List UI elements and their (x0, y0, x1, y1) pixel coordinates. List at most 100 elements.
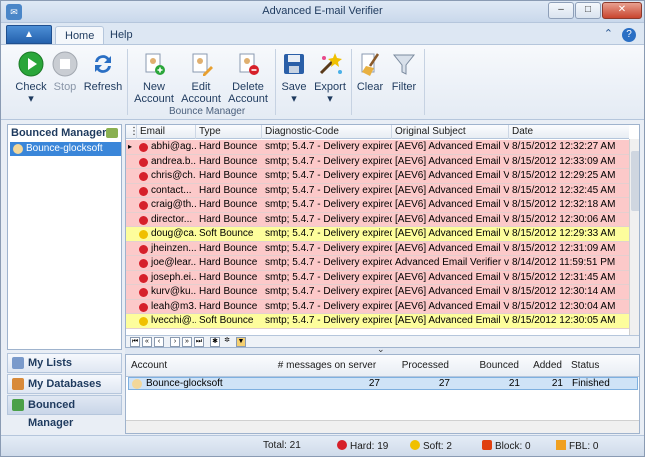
status-total: Total: 21 (263, 440, 301, 451)
column-original-subject[interactable]: Original Subject (392, 125, 509, 139)
hard-bounce-icon (139, 302, 148, 312)
cell-subject: [AEV6] Advanced Email Veri... (395, 170, 509, 181)
table-row[interactable]: doug@ca...Soft Bounce smtp; 5.4.7 - Deliv… (126, 227, 629, 242)
title-bar: ✉ Advanced E-mail Verifier – □ ✕ (1, 1, 644, 23)
edit-account-icon (192, 53, 213, 76)
cell-type: Hard Bounce (199, 170, 258, 181)
nav-filter-icon[interactable]: ▼ (236, 337, 246, 347)
cell-type: Hard Bounce (199, 300, 258, 312)
cell-diag: smtp; 5.4.7 - Delivery expired (... (265, 271, 392, 283)
stop-button[interactable]: Stop (49, 50, 81, 93)
nav-bounced-manager[interactable]: Bounced Manager (7, 395, 122, 429)
close-button[interactable]: ✕ (602, 2, 642, 19)
column-diagnostic-code[interactable]: Diagnostic-Code (262, 125, 392, 139)
horizontal-scrollbar[interactable] (126, 420, 639, 433)
edit-account-button[interactable]: Edit Account (179, 50, 223, 105)
hard-bounce-icon (139, 143, 148, 152)
help-icon[interactable]: ? (622, 28, 636, 42)
nav-prev-page-icon[interactable]: « (142, 337, 152, 347)
cell-type: Hard Bounce (199, 257, 258, 268)
nav-delete-icon[interactable]: ✲ (222, 337, 232, 347)
column-messages-on-server[interactable]: # messages on server (272, 355, 382, 377)
block-icon (482, 440, 492, 450)
cell-subject: [AEV6] Advanced Email Veri... (395, 315, 509, 326)
vertical-scrollbar[interactable] (629, 139, 639, 335)
tab-home[interactable]: Home (55, 26, 105, 45)
new-account-button[interactable]: New Account (132, 50, 176, 105)
cell-diag: smtp; 5.4.7 - Delivery expired (... (265, 184, 392, 196)
table-row[interactable]: lvecchi@... Soft Bounce smtp; 5.4.7 - Deli… (126, 314, 629, 329)
filter-button[interactable]: Filter (388, 50, 420, 93)
table-row[interactable]: chris@ch...Hard Bounce smtp; 5.4.7 - Deli… (126, 169, 629, 184)
column-bounced-found[interactable]: Bounced Found (452, 355, 522, 393)
nav-my-lists[interactable]: My Lists (7, 353, 122, 373)
tree-item-bounce-glocksoft[interactable]: Bounce-glocksoft (10, 142, 121, 156)
cell-diag: smtp; 5.4.7 - Delivery expired (... (265, 155, 392, 167)
cell-date: 8/14/2012 11:59:51 PM (512, 257, 616, 268)
minimize-button[interactable]: – (548, 2, 574, 19)
table-row[interactable]: joe@lear... Hard Bounce smtp; 5.4.7 - Deli… (126, 256, 629, 271)
cell-type: Hard Bounce (199, 141, 258, 152)
cell-subject: [AEV6] Advanced Email Veri... (395, 242, 509, 254)
refresh-button[interactable]: Refresh (83, 50, 123, 93)
dropdown-arrow-icon: ▾ (327, 93, 333, 105)
nav-first-icon[interactable]: ⏮ (130, 337, 140, 347)
pane-title: Bounced Manager (11, 127, 107, 139)
export-button[interactable]: Export ▾ (312, 50, 348, 105)
column-processed[interactable]: Processed (382, 355, 452, 377)
add-mailbox-icon[interactable] (106, 128, 118, 138)
cell-diag: smtp; 5.4.7 - Delivery expired (... (265, 257, 392, 268)
soft-bounce-icon (139, 317, 148, 326)
save-button[interactable]: Save ▾ (278, 50, 310, 105)
database-icon (12, 378, 24, 390)
status-hard: Hard: 19 (337, 440, 388, 453)
nav-next-page-icon[interactable]: » (182, 337, 192, 347)
scrollbar-thumb[interactable] (631, 151, 639, 211)
tab-help[interactable]: Help (101, 26, 142, 45)
cell-subject: [AEV6] Advanced Email Veri... (395, 199, 509, 210)
table-row[interactable]: kurv@ku... Hard Bounce smtp; 5.4.7 - Deliv… (126, 285, 629, 300)
table-row[interactable]: ▸ abhi@ag... Hard Bounce smtp; 5.4.7 - Deli… (126, 140, 629, 155)
cell-type: Hard Bounce (199, 242, 258, 254)
cell-date: 8/15/2012 12:30:14 AM (512, 286, 616, 297)
cell-diag: smtp; 5.4.7 - Delivery expired (... (265, 141, 392, 152)
cell-email: craig@th... (151, 199, 196, 210)
column-email[interactable]: Email (137, 125, 196, 139)
nav-next-icon[interactable]: › (170, 337, 180, 347)
column-type[interactable]: Type (196, 125, 262, 139)
column-account[interactable]: Account (128, 355, 170, 377)
status-block: Block: 0 (482, 440, 531, 453)
check-button[interactable]: Check ▾ (13, 50, 49, 105)
cell-subject: [AEV6] Advanced Email Veri... (395, 271, 509, 283)
table-row[interactable]: joseph.ei... Hard Bounce smtp; 5.4.7 - Del… (126, 270, 629, 285)
table-row[interactable]: andrea.b... Hard Bounce smtp; 5.4.7 - Deli… (126, 154, 629, 169)
ribbon-collapse-icon[interactable]: ⌃ (604, 28, 613, 40)
cell-subject: [AEV6] Advanced Email Veri... (395, 213, 509, 225)
table-row[interactable]: jheinzen... Hard Bounce smtp; 5.4.7 - Deli… (126, 241, 629, 256)
cell-diag: smtp; 5.4.7 - Delivery expired (... (265, 170, 392, 181)
column-chooser-icon[interactable]: ⋮ (126, 125, 139, 139)
export-wand-icon (319, 53, 342, 75)
bounced-emails-grid: ⋮ Email Type Diagnostic-Code Original Su… (125, 124, 640, 348)
nav-last-icon[interactable]: ⏭ (194, 337, 204, 347)
account-row[interactable]: Bounce-glocksoft 27 27 21 21 Finished (128, 377, 638, 390)
app-menu-button[interactable]: ▲ (6, 25, 52, 44)
table-row[interactable]: contact... Hard Bounce smtp; 5.4.7 - Deliv… (126, 183, 629, 198)
cell-email: lvecchi@... (151, 315, 196, 326)
nav-insert-icon[interactable]: ✱ (210, 337, 220, 347)
cell-date: 8/15/2012 12:30:06 AM (512, 213, 616, 225)
hard-bounce-icon (139, 201, 148, 210)
column-date[interactable]: Date (509, 125, 629, 139)
hard-bounce-icon (139, 172, 148, 181)
nav-my-databases[interactable]: My Databases (7, 374, 122, 394)
clear-button[interactable]: Clear (354, 50, 386, 93)
column-status[interactable]: Status (568, 355, 602, 377)
column-added-new[interactable]: Added New (522, 355, 565, 393)
table-row[interactable]: craig@th... Hard Bounce smtp; 5.4.7 - Deli… (126, 198, 629, 213)
table-row[interactable]: leah@m3...Hard Bounce smtp; 5.4.7 - Deliv… (126, 299, 629, 314)
cell-type: Hard Bounce (199, 155, 258, 167)
delete-account-button[interactable]: Delete Account (226, 50, 270, 105)
maximize-button[interactable]: □ (575, 2, 601, 19)
table-row[interactable]: director... Hard Bounce smtp; 5.4.7 - Deli… (126, 212, 629, 227)
nav-prev-icon[interactable]: ‹ (154, 337, 164, 347)
